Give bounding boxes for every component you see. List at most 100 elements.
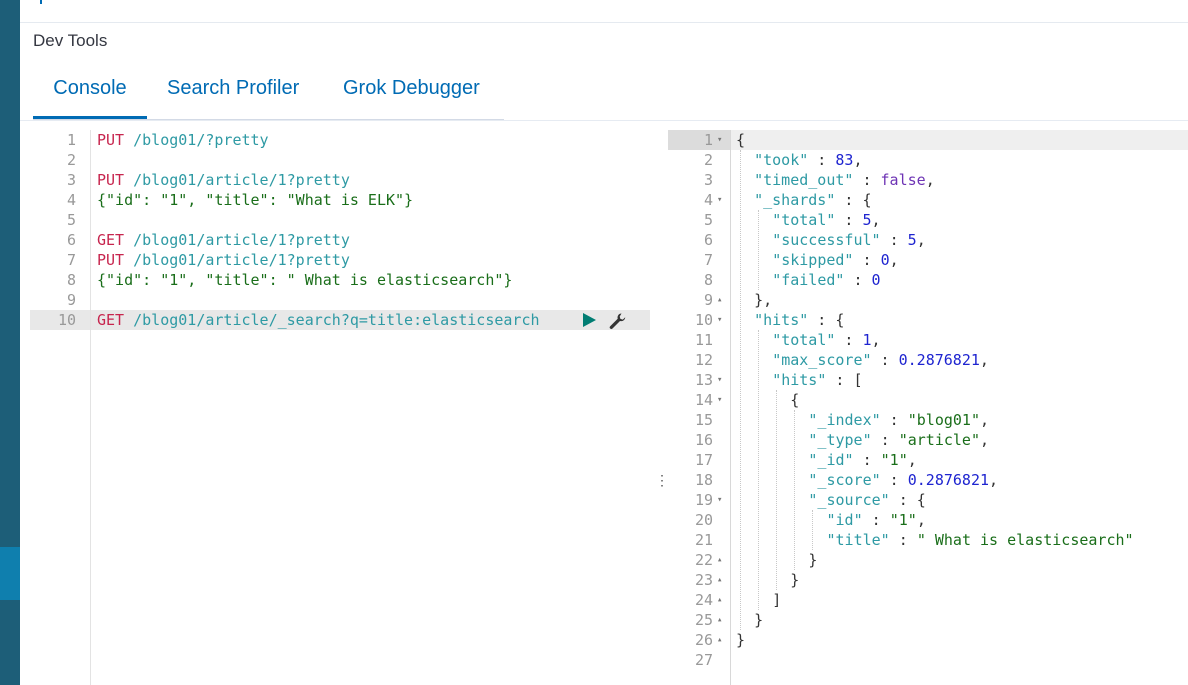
wrench-icon[interactable] [608,312,628,330]
line-number: 24 [694,591,713,609]
request-line[interactable]: {"id": "1", "title": "What is ELK"} [97,190,413,210]
json-punct: , [979,411,990,429]
json-key: "_score" [808,471,881,489]
fold-arrow-icon[interactable]: ▾ [717,190,727,210]
response-output: 1 ▾ 2 3 4 ▾ 5 6 7 8 9 ▴ 10 ▾ 11 12 13 ▾ 14 ▾ 15 16 17 18 19 ▾ 20 21… [668,130,1188,685]
tab-grok-debugger[interactable]: Grok Debugger [343,68,480,119]
fold-arrow-icon[interactable]: ▾ [717,390,727,410]
unfold-arrow-icon[interactable]: ▴ [717,590,727,610]
json-key: "hits" [754,311,809,329]
json-punct: : [844,271,872,289]
json-punct: : [880,411,908,429]
request-path: /blog01/article/_search?q=title:elastics… [124,311,540,329]
indent-guide [758,210,760,290]
json-number: 0.2876821 [907,471,990,489]
json-string: " What is elasticsearch" [916,531,1134,549]
line-number: 26 [694,631,713,649]
request-line[interactable]: GET /blog01/article/1?pretty [97,230,350,250]
json-punct: : [871,431,899,449]
unfold-arrow-icon[interactable]: ▴ [717,550,727,570]
json-punct: : [871,351,899,369]
line-number: 4 [66,191,76,209]
response-line: "title" : " What is elasticsearch" [827,530,1134,550]
json-punct: , [979,351,989,369]
json-punct: , [916,231,926,249]
unfold-arrow-icon[interactable]: ▴ [717,290,727,310]
play-icon[interactable] [581,311,597,329]
json-punct: , [853,151,863,169]
response-line: "_source" : { [808,490,925,510]
unfold-arrow-icon[interactable]: ▴ [717,630,727,650]
json-number: 0 [871,271,881,289]
request-editor[interactable]: 1 2 3 4 5 6 7 8 9 10 PUT /blog01/?pretty PUT /blog… [30,130,650,685]
response-line: "timed_out" : false, [754,170,935,190]
vertical-dots-icon[interactable]: ⋮ [655,472,669,488]
json-punct: }, [754,291,773,309]
json-punct: , [871,211,881,229]
json-punct: : [853,171,881,189]
response-line: "_index" : "blog01", [808,410,989,430]
response-line: "total" : 1, [772,330,880,350]
indent-guide [758,330,760,610]
response-line: "hits" : { [754,310,844,330]
response-line: "failed" : 0 [772,270,880,290]
line-number: 2 [703,151,713,169]
line-number: 7 [703,251,713,269]
left-nav-active-indicator[interactable] [0,547,20,600]
line-number: 8 [703,271,713,289]
json-number: 83 [835,151,854,169]
json-number: 5 [862,211,872,229]
json-punct: { [790,391,800,409]
line-number: 18 [694,471,713,489]
json-punct: , [871,331,881,349]
json-key: "took" [754,151,809,169]
fold-arrow-icon[interactable]: ▾ [717,370,727,390]
json-key: "_type" [808,431,872,449]
unfold-arrow-icon[interactable]: ▴ [717,610,727,630]
json-punct: : [880,231,908,249]
json-string: "article" [898,431,980,449]
request-line[interactable]: PUT /blog01/?pretty [97,130,269,150]
fold-arrow-icon[interactable]: ▾ [717,130,727,150]
http-method: PUT [97,251,125,269]
fold-arrow-icon[interactable]: ▾ [717,310,727,330]
line-number: 6 [703,231,713,249]
request-line[interactable]: PUT /blog01/article/1?pretty [97,170,350,190]
request-path: /blog01/?pretty [124,131,269,149]
json-punct: } [736,631,746,649]
json-key: "max_score" [772,351,872,369]
json-key: "_shards" [754,191,836,209]
json-key: "skipped" [772,251,854,269]
http-method: PUT [97,131,125,149]
request-line[interactable]: PUT /blog01/article/1?pretty [97,250,350,270]
json-punct: : { [835,191,872,209]
response-gutter: 1 ▾ 2 3 4 ▾ 5 6 7 8 9 ▴ 10 ▾ 11 12 13 ▾ 14 ▾ 15 16 17 18 19 ▾ 20 21… [668,130,731,685]
line-number: 20 [694,511,713,529]
first-line-highlight [730,130,1188,150]
line-number: 19 [694,491,713,509]
page-title: Dev Tools [33,31,108,50]
json-punct: , [916,511,926,529]
request-path: /blog01/article/1?pretty [124,231,350,249]
line-number: 23 [694,571,713,589]
json-key: "failed" [772,271,845,289]
request-line[interactable]: {"id": "1", "title": " What is elasticse… [97,270,512,290]
fold-arrow-icon[interactable]: ▾ [717,490,727,510]
line-number: 9 [66,291,76,309]
unfold-arrow-icon[interactable]: ▴ [717,570,727,590]
tab-bar: Console Search Profiler Grok Debugger [33,68,504,120]
response-line: { [736,130,745,150]
response-line: } [754,610,763,630]
tab-search-profiler[interactable]: Search Profiler [167,68,299,119]
response-line: { [790,390,799,410]
request-body: {"id": "1", "title": " What is elasticse… [97,271,513,289]
json-key: "total" [772,211,836,229]
response-line: "_score" : 0.2876821, [808,470,998,490]
top-header-bar [20,0,1188,23]
line-number: 16 [694,431,713,449]
tab-console[interactable]: Console [33,68,147,119]
request-line[interactable]: GET /blog01/article/_search?q=title:elas… [97,310,540,330]
response-line: "id" : "1", [827,510,926,530]
json-boolean: false [880,171,926,189]
json-punct: } [790,571,800,589]
